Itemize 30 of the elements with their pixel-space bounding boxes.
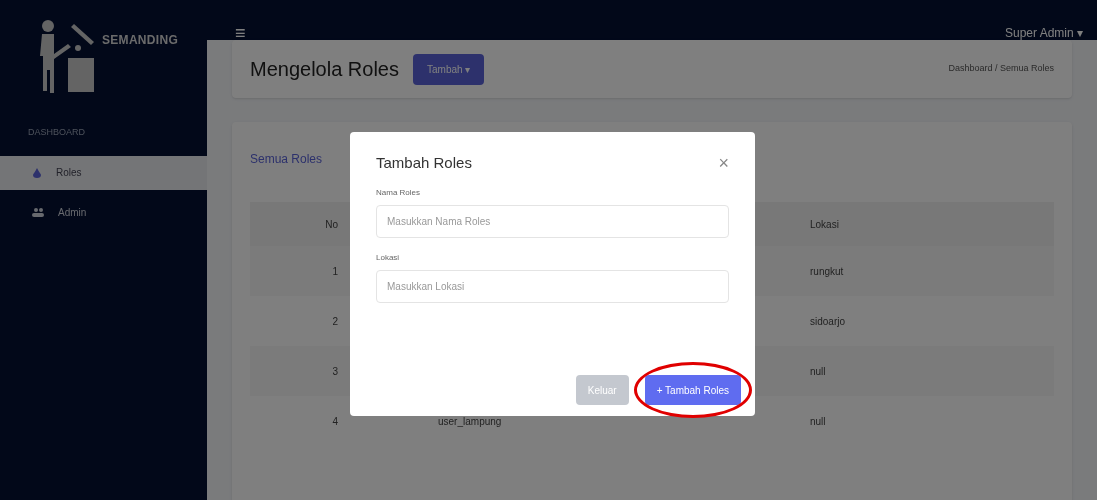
add-role-button[interactable]: + Tambah Roles — [644, 375, 741, 405]
modal-title: Tambah Roles — [376, 153, 472, 173]
brand-name: SEMANDING — [102, 32, 179, 49]
people-icon — [32, 208, 44, 217]
table-cell: 1 — [332, 265, 338, 277]
table-cell: null — [810, 365, 826, 377]
menu-icon[interactable]: ≡ — [235, 24, 246, 42]
column-header: Lokasi — [810, 218, 839, 230]
sidebar-item[interactable]: Admin — [0, 195, 207, 230]
table-cell: sidoarjo — [810, 315, 846, 327]
breadcrumb: Dashboard / Semua Roles — [948, 62, 1054, 76]
sidebar-heading: DASHBOARD — [27, 126, 86, 139]
field-label: Nama Roles — [376, 186, 421, 199]
table-cell: 3 — [332, 365, 338, 377]
close-button[interactable]: × — [718, 154, 729, 173]
drop-icon — [32, 167, 42, 178]
sidebar-item[interactable]: Roles — [0, 155, 207, 190]
input-field[interactable]: Masukkan Nama Roles — [376, 204, 729, 238]
table-cell: 2 — [332, 315, 338, 327]
card-title-link[interactable]: Semua Roles — [250, 152, 323, 166]
page-title: Mengelola Roles — [250, 57, 399, 82]
user-menu[interactable]: Super Admin ▾ — [1004, 24, 1083, 42]
table-cell: null — [810, 415, 826, 427]
table-cell: 4 — [332, 415, 338, 427]
table-cell: user_lampung — [438, 415, 502, 427]
field-label: Lokasi — [376, 251, 401, 264]
column-header: No — [325, 218, 338, 230]
input-field[interactable]: Masukkan Lokasi — [376, 269, 729, 303]
table-cell: rungkut — [810, 265, 844, 277]
add-dropdown-button[interactable]: Tambah ▾ — [413, 53, 485, 85]
